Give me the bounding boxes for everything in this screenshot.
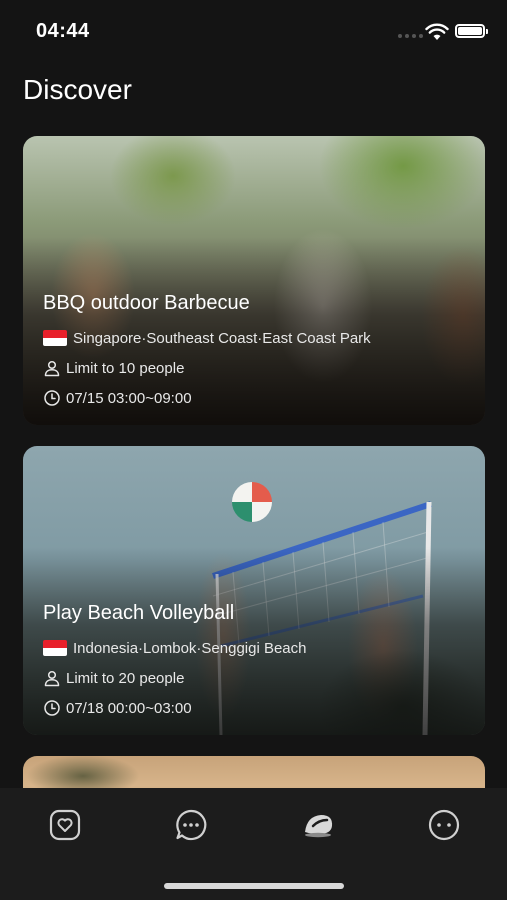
battery-icon <box>455 24 488 38</box>
event-limit: Limit to 20 people <box>66 669 185 687</box>
heart-tab-icon <box>49 809 81 841</box>
page-title: Discover <box>23 74 132 105</box>
event-card-bbq[interactable]: BBQ outdoor Barbecue Singapore·Southeast… <box>23 136 485 425</box>
clock-icon <box>44 390 60 406</box>
tab-discover[interactable] <box>298 805 338 845</box>
event-limit-row: Limit to 10 people <box>43 353 465 383</box>
event-time-row: 07/18 00:00~03:00 <box>43 693 465 723</box>
event-location-row: Singapore·Southeast Coast·East Coast Par… <box>43 323 465 353</box>
more-tab-icon <box>428 809 460 841</box>
tab-favorites[interactable] <box>45 805 85 845</box>
person-icon <box>44 360 60 377</box>
chat-tab-icon <box>176 809 207 841</box>
event-time: 07/15 03:00~09:00 <box>66 389 192 407</box>
wifi-icon <box>425 23 449 40</box>
event-card-body: BBQ outdoor Barbecue Singapore·Southeast… <box>43 292 465 413</box>
event-time: 07/18 00:00~03:00 <box>66 699 192 717</box>
indonesia-flag-icon <box>43 640 67 656</box>
event-limit: Limit to 10 people <box>66 359 185 377</box>
event-location-row: Indonesia·Lombok·Senggigi Beach <box>43 633 465 663</box>
discover-tab-icon <box>305 815 333 838</box>
status-time: 04:44 <box>36 20 90 42</box>
event-card-body: Play Beach Volleyball Indonesia·Lombok·S… <box>43 602 465 723</box>
singapore-flag-icon <box>43 330 67 346</box>
cellular-signal-icon <box>398 34 423 38</box>
tab-more[interactable] <box>424 805 464 845</box>
event-limit-row: Limit to 20 people <box>43 663 465 693</box>
event-title: BBQ outdoor Barbecue <box>43 292 250 314</box>
home-indicator <box>164 883 344 889</box>
clock-icon <box>44 700 60 716</box>
event-location: Singapore·Southeast Coast·East Coast Par… <box>73 329 371 347</box>
tab-messages[interactable] <box>171 805 211 845</box>
status-bar: 04:44 <box>0 0 507 62</box>
event-location: Indonesia·Lombok·Senggigi Beach <box>73 639 307 657</box>
event-card-volleyball[interactable]: Play Beach Volleyball Indonesia·Lombok·S… <box>23 446 485 735</box>
person-icon <box>44 670 60 687</box>
event-title: Play Beach Volleyball <box>43 602 235 624</box>
event-time-row: 07/15 03:00~09:00 <box>43 383 465 413</box>
